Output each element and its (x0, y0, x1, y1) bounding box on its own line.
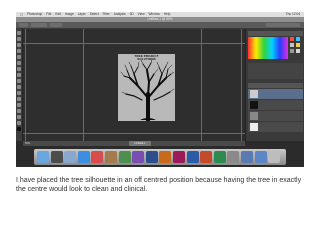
pen-tool-icon[interactable] (17, 109, 21, 113)
hand-tool-icon[interactable] (17, 121, 21, 125)
photoshop-icon[interactable] (145, 151, 158, 163)
safari-icon[interactable] (77, 151, 90, 163)
trash-icon[interactable] (268, 151, 281, 163)
itunes-icon[interactable] (132, 151, 145, 163)
mail-icon[interactable] (64, 151, 77, 163)
ical-icon[interactable] (91, 151, 104, 163)
layer-thumbnail (250, 101, 258, 109)
lasso-tool-icon[interactable] (17, 43, 21, 47)
workspace-switcher[interactable] (266, 23, 300, 27)
panels-dock (245, 29, 304, 141)
system-preferences-icon[interactable] (227, 151, 240, 163)
photoshop-screenshot:  Photoshop File Edit Image Layer Select… (16, 12, 304, 167)
powerpoint-icon[interactable] (200, 151, 213, 163)
quick-select-tool-icon[interactable] (17, 49, 21, 53)
clone-stamp-tool-icon[interactable] (17, 79, 21, 83)
options-bar (16, 22, 304, 29)
layers-panel-header[interactable] (248, 83, 303, 88)
horizontal-guide[interactable] (23, 43, 245, 44)
stack-icon[interactable] (240, 151, 253, 163)
indesign-icon[interactable] (172, 151, 185, 163)
mac-dock (34, 149, 286, 165)
panel-icon[interactable] (290, 49, 294, 53)
slide-caption: I have placed the tree silhouette in an … (16, 177, 302, 193)
word-icon[interactable] (186, 151, 199, 163)
tree-silhouette-icon (120, 58, 175, 121)
horizontal-guide[interactable] (23, 133, 245, 134)
panel-icon[interactable] (296, 43, 300, 47)
excel-icon[interactable] (213, 151, 226, 163)
document-tab-label: Untitled-1 (134, 142, 146, 145)
color-swatches-panel[interactable] (248, 37, 288, 59)
document-tab[interactable]: Untitled-1 (129, 141, 151, 146)
history-brush-tool-icon[interactable] (17, 85, 21, 89)
type-tool-icon[interactable] (17, 115, 21, 119)
illustrator-icon[interactable] (159, 151, 172, 163)
panel-tabs[interactable] (248, 31, 303, 36)
tools-panel (16, 29, 23, 141)
dock-icons (37, 151, 281, 163)
crop-tool-icon[interactable] (17, 55, 21, 59)
vertical-guide[interactable] (83, 29, 84, 141)
foreground-color-swatch[interactable] (17, 127, 21, 131)
adjustments-panel[interactable] (248, 63, 303, 79)
layer-thumbnail (250, 123, 258, 131)
downloads-icon[interactable] (254, 151, 267, 163)
zoom-level[interactable]: 50% (25, 141, 30, 146)
vertical-guide[interactable] (201, 29, 202, 141)
dashboard-icon[interactable] (50, 151, 63, 163)
vertical-guide[interactable] (25, 29, 26, 141)
move-tool-icon[interactable] (17, 31, 21, 35)
finder-icon[interactable] (37, 151, 49, 163)
iphoto-icon[interactable] (118, 151, 131, 163)
panel-icon[interactable] (296, 37, 300, 41)
option-control[interactable] (50, 23, 62, 27)
layer-thumbnail (250, 90, 258, 98)
eraser-tool-icon[interactable] (17, 91, 21, 95)
brush-tool-icon[interactable] (17, 73, 21, 77)
marquee-tool-icon[interactable] (17, 37, 21, 41)
artboard[interactable]: TREE PROJECT SOLUTIONS (118, 54, 175, 121)
tool-preset-picker[interactable] (19, 23, 28, 27)
panel-icon[interactable] (296, 49, 300, 53)
panel-icon[interactable] (290, 43, 294, 47)
panel-icon[interactable] (290, 37, 294, 41)
healing-brush-tool-icon[interactable] (17, 67, 21, 71)
dodge-tool-icon[interactable] (17, 103, 21, 107)
vertical-guide[interactable] (241, 29, 242, 141)
document-canvas-area[interactable]: TREE PROJECT SOLUTIONS (23, 29, 245, 141)
gradient-tool-icon[interactable] (17, 97, 21, 101)
address-book-icon[interactable] (104, 151, 117, 163)
layer-thumbnail (250, 112, 258, 120)
eyedropper-tool-icon[interactable] (17, 61, 21, 65)
option-control[interactable] (31, 23, 47, 27)
